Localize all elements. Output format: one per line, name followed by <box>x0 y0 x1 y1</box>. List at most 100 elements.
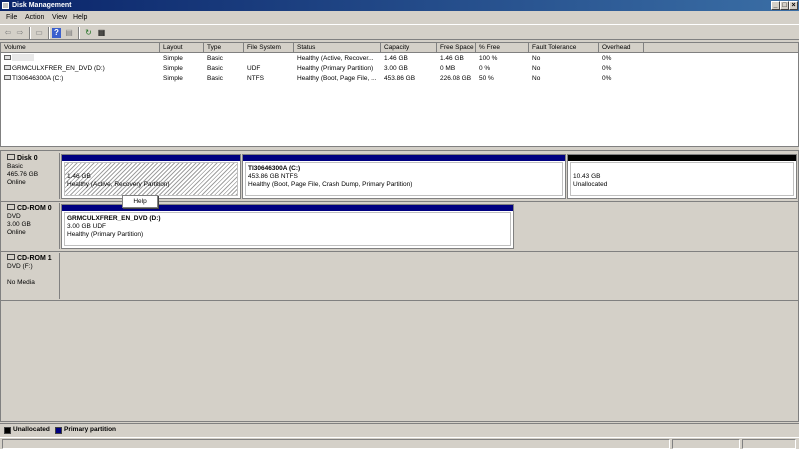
disk-type: Basic <box>7 163 23 170</box>
window-title: Disk Management <box>12 2 72 9</box>
table-cell: No <box>532 75 541 82</box>
partition-c-drive[interactable]: TI30646300A (C:) 453.86 GB NTFS Healthy … <box>242 154 566 199</box>
table-cell: 0% <box>602 75 612 82</box>
table-cell: Healthy (Boot, Page File, ... <box>297 75 377 82</box>
context-menu-help[interactable]: Help <box>133 198 146 205</box>
unallocated-bar <box>568 155 796 161</box>
cdrom-icon <box>7 254 15 261</box>
context-menu: Help <box>122 195 158 208</box>
table-row[interactable]: TI30646300A (C:) <box>1 74 160 84</box>
table-cell: Basic <box>207 55 223 62</box>
disk-type: DVD <box>7 213 21 220</box>
menu-action[interactable]: Action <box>25 14 44 21</box>
column-header-file-system[interactable]: File System <box>244 43 294 53</box>
table-cell: 0% <box>602 55 612 62</box>
disk-state: Online <box>7 229 26 236</box>
table-row[interactable]: GRMCULXFRER_EN_DVD (D:) <box>1 64 160 74</box>
table-cell: 50 % <box>479 75 494 82</box>
status-bar <box>0 437 799 449</box>
table-cell: Basic <box>207 75 223 82</box>
volume-list: Volume Layout Type File System Status Ca… <box>0 42 799 147</box>
column-header-free-space[interactable]: Free Space <box>437 43 476 53</box>
partition-status: Unallocated <box>573 181 608 188</box>
volume-icon <box>4 54 11 60</box>
disk-size: 3.00 GB <box>7 221 31 228</box>
partition-dvd-body: GRMCULXFRER_EN_DVD (D:) 3.00 GB UDF Heal… <box>64 212 511 246</box>
partition-size: 1.46 GB <box>67 173 91 180</box>
table-cell <box>244 54 294 64</box>
table-cell: 100 % <box>479 55 498 62</box>
close-button[interactable]: × <box>789 1 798 10</box>
export-list-icon[interactable]: ▦ <box>97 28 106 38</box>
maximize-button[interactable]: □ <box>780 1 789 10</box>
title-bar: Disk Management _ □ × <box>0 0 799 11</box>
column-header-overhead[interactable]: Overhead <box>599 43 644 53</box>
table-cell: Simple <box>163 75 183 82</box>
table-cell: 453.86 GB <box>384 75 416 82</box>
partition-c-body: TI30646300A (C:) 453.86 GB NTFS Healthy … <box>245 162 563 196</box>
table-cell: 0% <box>602 65 612 72</box>
toolbar-separator <box>78 27 80 39</box>
partition-recovery[interactable]: 1.46 GB Healthy (Active, Recovery Partit… <box>61 154 241 199</box>
refresh-icon[interactable]: ↻ <box>84 28 93 38</box>
volume-name-blank <box>12 54 34 61</box>
table-cell: Simple <box>163 65 183 72</box>
legend-unallocated: Unallocated <box>13 426 50 433</box>
column-header-filler <box>644 43 798 53</box>
partition-unallocated[interactable]: 10.43 GB Unallocated <box>567 154 797 199</box>
partition-size: 453.86 GB NTFS <box>248 173 298 180</box>
disk-name: CD-ROM 1 <box>17 255 52 262</box>
table-cell: 3.00 GB <box>384 65 408 72</box>
disk-size: 465.76 GB <box>7 171 39 178</box>
forward-arrow-icon[interactable]: ⇨ <box>15 28 25 38</box>
column-header-volume[interactable]: Volume <box>1 43 160 53</box>
partition-size: 3.00 GB UDF <box>67 223 107 230</box>
row-divider <box>1 201 798 202</box>
disk-type: DVD (F:) <box>7 263 33 270</box>
column-header-status[interactable]: Status <box>294 43 381 53</box>
disk-size <box>7 271 56 279</box>
legend: Unallocated Primary partition <box>0 423 799 436</box>
column-header-capacity[interactable]: Capacity <box>381 43 437 53</box>
column-header-fault-tolerance[interactable]: Fault Tolerance <box>529 43 599 53</box>
partition-status: Healthy (Primary Partition) <box>67 231 144 238</box>
console-tree-icon[interactable]: ▭ <box>34 28 44 38</box>
partition-dvd[interactable]: GRMCULXFRER_EN_DVD (D:) 3.00 GB UDF Heal… <box>61 204 514 249</box>
table-row[interactable] <box>1 54 160 64</box>
help-icon[interactable]: ? <box>52 28 61 38</box>
status-pane-main <box>2 439 670 449</box>
primary-partition-bar <box>243 155 565 161</box>
disk-0-label[interactable]: Disk 0 Basic 465.76 GB Online <box>4 153 60 199</box>
toolbar-separator <box>48 27 50 39</box>
table-cell: Simple <box>163 55 183 62</box>
table-cell: 0 MB <box>440 65 456 72</box>
properties-icon[interactable]: ▤ <box>64 28 74 38</box>
minimize-button[interactable]: _ <box>771 1 780 10</box>
menu-file[interactable]: File <box>6 14 17 21</box>
status-pane-2 <box>672 439 740 449</box>
cdrom-0-label[interactable]: CD-ROM 0 DVD 3.00 GB Online <box>4 203 60 249</box>
menu-view[interactable]: View <box>52 14 67 21</box>
row-divider <box>1 300 798 301</box>
partition-status: Healthy (Active, Recovery Partition) <box>67 181 170 188</box>
row-divider <box>1 251 798 252</box>
menu-help[interactable]: Help <box>73 14 87 21</box>
toolbar: ⇦ ⇨ ▭ ? ▤ ↻ ▦ <box>0 24 799 40</box>
table-cell: NTFS <box>247 75 264 82</box>
table-cell: No <box>532 65 541 72</box>
unallocated-swatch <box>4 427 11 434</box>
disk-management-app-icon <box>2 2 9 9</box>
dvd-volume-icon <box>4 64 11 70</box>
column-header-layout[interactable]: Layout <box>160 43 204 53</box>
column-header-type[interactable]: Type <box>204 43 244 53</box>
column-header-percent-free[interactable]: % Free <box>476 43 529 53</box>
menu-bar: File Action View Help <box>0 12 799 24</box>
table-cell: UDF <box>247 65 261 72</box>
back-arrow-icon[interactable]: ⇦ <box>3 28 13 38</box>
table-cell: Healthy (Active, Recover... <box>297 55 374 62</box>
disk-state: Online <box>7 179 26 186</box>
cdrom-1-label[interactable]: CD-ROM 1 DVD (F:) No Media <box>4 253 60 299</box>
disk-graphical-view: Disk 0 Basic 465.76 GB Online 1.46 GB He… <box>0 150 799 422</box>
table-cell: 0 % <box>479 65 491 72</box>
primary-partition-swatch <box>55 427 62 434</box>
